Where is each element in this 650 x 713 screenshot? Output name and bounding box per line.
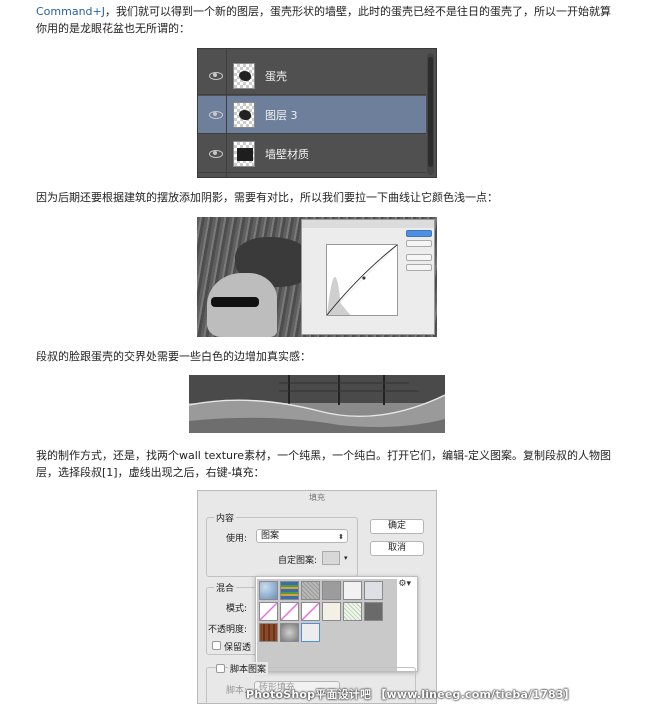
eye-icon[interactable] [209, 149, 223, 158]
mode-label: 模式: [226, 604, 248, 614]
curves-adjustment-screenshot [197, 217, 437, 337]
curves-dialog [301, 219, 435, 335]
layer-thumbnail [233, 62, 255, 89]
pattern-picker-popup: ⚙▾ [255, 576, 418, 672]
pattern-swatch[interactable] [364, 581, 383, 600]
pattern-swatch[interactable] [301, 602, 320, 621]
pattern-swatch[interactable] [364, 602, 383, 621]
paragraph-4: 我的制作方式，还是，找两个wall texture素材，一个纯黑，一个纯白。打开… [36, 449, 612, 479]
ok-button[interactable]: 确定 [370, 519, 424, 534]
content-group-label: 内容 [214, 511, 237, 524]
pattern-swatch[interactable] [259, 602, 278, 621]
pattern-swatch[interactable] [280, 602, 299, 621]
pattern-swatch[interactable] [280, 623, 299, 642]
script-pattern-checkbox[interactable] [216, 664, 225, 673]
blend-group-label: 混合 [214, 581, 237, 594]
paragraph-2: 因为后期还要根据建筑的摆放添加阴影，需要有对比，所以我们要拉一下曲线让它颜色浅一… [36, 191, 498, 204]
pattern-swatch[interactable] [322, 581, 341, 600]
custom-pattern-label: 自定图案: [278, 556, 318, 566]
dialog-cancel-button[interactable] [406, 240, 432, 247]
dialog-ok-button[interactable] [406, 230, 432, 237]
pattern-swatch-selected[interactable] [301, 623, 320, 642]
layer-name: 蛋壳 [265, 69, 287, 83]
layer-row-layer3[interactable]: 图层 3 [198, 96, 426, 134]
fill-dialog-title: 填充 [309, 493, 325, 502]
pattern-swatch[interactable] [280, 581, 299, 600]
paragraph-1: Command+J，我们就可以得到一个新的图层，蛋壳形状的墙壁，此时的蛋壳已经不… [36, 4, 616, 37]
pattern-swatch[interactable] [322, 602, 341, 621]
script-label: 脚本: [226, 686, 248, 696]
custom-pattern-swatch[interactable] [322, 551, 340, 565]
pattern-swatch[interactable] [259, 623, 278, 642]
sunglasses [211, 297, 259, 307]
layer-name: 图层 3 [265, 108, 298, 122]
preserve-transparency-label: 保留透 [224, 643, 252, 653]
edge-detail-drawing [189, 375, 445, 433]
eye-icon[interactable] [209, 71, 223, 80]
use-select-value: 图案 [261, 531, 280, 541]
pattern-grid [257, 579, 397, 671]
layer-row-wall-texture[interactable]: 墙壁材质 [198, 135, 426, 173]
layer-name: 墙壁材质 [265, 147, 309, 161]
cancel-button[interactable]: 取消 [370, 541, 424, 556]
paragraph-1-text: ，我们就可以得到一个新的图层，蛋壳形状的墙壁，此时的蛋壳已经不是往日的蛋壳了，所… [36, 5, 611, 35]
pattern-swatch[interactable] [301, 581, 320, 600]
curve-plot [326, 244, 398, 316]
layers-panel-screenshot: 蛋壳 图层 3 墙壁材质 [197, 48, 437, 178]
chevron-down-icon[interactable]: ▾ [344, 554, 348, 562]
pattern-swatch[interactable] [259, 581, 278, 600]
watermark: PhotoShop平面设计吧 【www.lineeg.com/tieba/178… [246, 688, 575, 701]
paragraph-3: 段叔的脸跟蛋壳的交界处需要一些白色的边增加真实感： [36, 350, 311, 363]
shortcut-text: Command+J [36, 5, 105, 18]
use-label: 使用: [226, 534, 248, 544]
scrollbar-thumb[interactable] [428, 57, 433, 167]
pattern-swatch[interactable] [343, 581, 362, 600]
content-group [206, 517, 358, 577]
layer-thumbnail [233, 101, 255, 128]
eye-icon[interactable] [209, 110, 223, 119]
use-select[interactable]: 图案 ⬍ [256, 529, 348, 543]
layer-row-eggshell[interactable]: 蛋壳 [198, 57, 426, 95]
gear-icon[interactable]: ⚙▾ [398, 579, 411, 589]
fill-dialog-screenshot: 填充 内容 使用: 图案 ⬍ 自定图案: ▾ 确定 取消 混合 模式: 不透明度… [197, 490, 437, 704]
divider [226, 49, 227, 177]
curves-graph [326, 244, 398, 316]
dialog-titlebar [302, 220, 434, 228]
layer-thumbnail [233, 140, 255, 167]
pattern-swatch[interactable] [343, 602, 362, 621]
dialog-options-button[interactable] [406, 264, 432, 271]
dialog-auto-button[interactable] [406, 254, 432, 261]
edge-detail-image [189, 375, 445, 433]
preserve-transparency-checkbox[interactable] [212, 641, 221, 650]
script-pattern-label: 脚本图案 [228, 662, 269, 675]
select-arrows-icon: ⬍ [338, 533, 344, 541]
opacity-label: 不透明度: [208, 625, 248, 635]
